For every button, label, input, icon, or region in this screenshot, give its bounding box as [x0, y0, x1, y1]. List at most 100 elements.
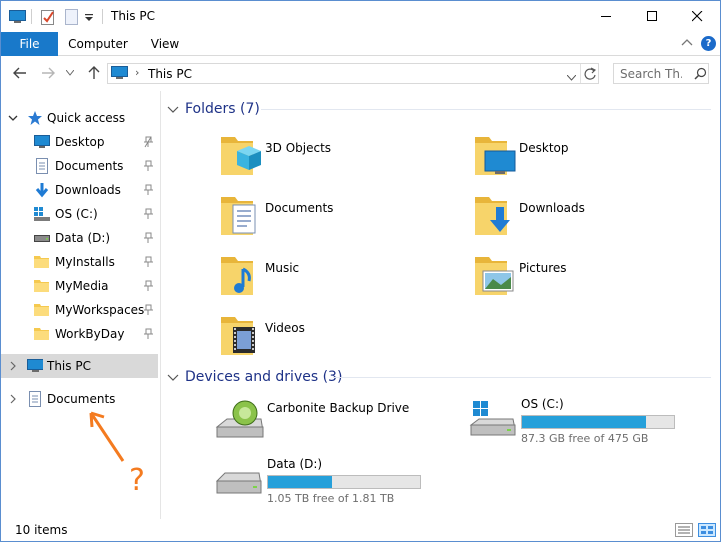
search-icon[interactable]	[694, 67, 707, 80]
nav-label: MyMedia	[55, 279, 109, 293]
search-box[interactable]: Search Th...	[613, 63, 709, 84]
maximize-icon	[646, 11, 657, 21]
folder-label: 3D Objects	[265, 141, 332, 155]
nav-item-workbyday[interactable]: WorkByDay	[1, 322, 158, 346]
folder-item[interactable]: Downloads	[473, 191, 713, 245]
folder-label: Pictures	[519, 261, 567, 275]
pin-icon[interactable]	[143, 256, 153, 268]
customize-qat-icon[interactable]	[85, 8, 97, 26]
chevron-down-icon	[167, 106, 179, 113]
nav-item-documents[interactable]: Documents	[1, 154, 158, 178]
title-divider	[102, 9, 103, 24]
nav-label: Documents	[55, 159, 124, 173]
folder-icon	[34, 278, 50, 294]
nav-item-desktop[interactable]: Desktop	[1, 130, 158, 154]
search-input[interactable]: Search Th...	[620, 67, 682, 81]
nav-item-downloads[interactable]: Downloads	[1, 178, 158, 202]
maximize-button[interactable]	[629, 1, 675, 32]
nav-label: This PC	[47, 359, 91, 373]
tab-file[interactable]: File	[1, 32, 58, 56]
close-button[interactable]	[674, 1, 720, 32]
folder-item[interactable]: Pictures	[473, 251, 713, 305]
pin-icon[interactable]	[143, 232, 153, 244]
drive-usage-bar	[267, 475, 421, 489]
nav-label: Downloads	[55, 183, 121, 197]
address-divider	[580, 64, 581, 83]
folder-item[interactable]: Desktop	[473, 131, 713, 185]
drive-free-space: 87.3 GB free of 475 GB	[521, 432, 649, 445]
address-dropdown-icon[interactable]	[566, 70, 577, 84]
documents-folder-icon	[219, 191, 263, 241]
drive-item-data-d[interactable]: Data (D:) 1.05 TB free of 1.81 TB	[215, 455, 475, 511]
recent-locations-button[interactable]	[64, 65, 76, 81]
nav-item-myworkspaces[interactable]: MyWorkspaces	[1, 298, 158, 322]
up-button[interactable]	[85, 65, 103, 81]
nav-item-os-c[interactable]: OS (C:)	[1, 202, 158, 226]
this-pc-icon[interactable]	[9, 8, 27, 26]
new-folder-icon[interactable]	[65, 8, 81, 26]
chevron-up-icon	[681, 39, 693, 46]
details-view-icon	[675, 523, 693, 537]
nav-item-data-d[interactable]: Data (D:)	[1, 226, 158, 250]
large-icons-view-icon	[698, 523, 716, 537]
refresh-icon[interactable]	[584, 67, 597, 83]
pictures-folder-icon	[473, 251, 517, 301]
pin-icon[interactable]	[143, 280, 153, 292]
windows-drive-icon	[34, 206, 50, 222]
minimize-button[interactable]	[583, 1, 629, 32]
address-bar[interactable]: › This PC	[107, 63, 599, 84]
pin-icon[interactable]	[143, 184, 153, 196]
group-header-drives[interactable]: Devices and drives (3)	[167, 366, 342, 388]
large-icons-view-button[interactable]	[698, 523, 716, 537]
desktop-folder-icon	[473, 131, 517, 181]
drive-usage-fill	[268, 476, 332, 488]
pin-icon[interactable]	[143, 136, 153, 148]
tab-view[interactable]: View	[143, 32, 187, 56]
documents-icon	[27, 391, 43, 407]
folder-item[interactable]: Videos	[219, 311, 459, 365]
pin-icon[interactable]	[143, 160, 153, 172]
videos-folder-icon	[219, 311, 263, 361]
details-view-button[interactable]	[675, 523, 693, 537]
tab-computer[interactable]: Computer	[63, 32, 133, 56]
breadcrumb-separator-icon[interactable]: ›	[135, 66, 139, 79]
chevron-right-icon[interactable]	[8, 393, 18, 405]
drive-label: Data (D:)	[267, 457, 323, 471]
drive-item-os-c[interactable]: OS (C:) 87.3 GB free of 475 GB	[469, 395, 720, 451]
folder-item[interactable]: 3D Objects	[219, 131, 459, 185]
properties-icon[interactable]	[41, 8, 59, 26]
nav-item-myinstalls[interactable]: MyInstalls	[1, 250, 158, 274]
pin-icon[interactable]	[143, 328, 153, 340]
folder-item[interactable]: Documents	[219, 191, 459, 245]
nav-label: OS (C:)	[55, 207, 98, 221]
nav-item-documents-library[interactable]: Documents	[1, 387, 158, 411]
navigation-pane: Quick access Desktop Documents Downloads	[1, 89, 161, 519]
nav-label: Desktop	[55, 135, 105, 149]
status-bar: 10 items	[1, 519, 720, 541]
back-button[interactable]	[11, 65, 29, 81]
nav-label: MyInstalls	[55, 255, 115, 269]
drive-icon	[215, 455, 265, 503]
forward-button[interactable]	[39, 65, 57, 81]
ribbon-tabs: File Computer View ?	[1, 32, 720, 56]
drive-label: OS (C:)	[521, 397, 564, 411]
drive-item-carbonite[interactable]: Carbonite Backup Drive	[215, 399, 475, 455]
pin-icon[interactable]	[143, 304, 153, 316]
group-header-folders[interactable]: Folders (7)	[167, 98, 260, 120]
expand-ribbon-button[interactable]	[680, 36, 694, 50]
help-button[interactable]: ?	[701, 36, 716, 51]
back-arrow-icon	[13, 67, 26, 79]
pin-icon[interactable]	[143, 208, 153, 220]
breadcrumb-this-pc[interactable]: This PC	[148, 67, 192, 81]
downloads-folder-icon	[473, 191, 517, 241]
group-divider	[261, 109, 711, 110]
qat-divider	[31, 9, 32, 24]
group-title: Folders (7)	[185, 101, 260, 117]
nav-item-mymedia[interactable]: MyMedia	[1, 274, 158, 298]
chevron-right-icon[interactable]	[8, 360, 18, 372]
chevron-down-icon	[66, 70, 74, 76]
nav-quick-access[interactable]: Quick access	[1, 106, 158, 130]
folder-item[interactable]: Music	[219, 251, 459, 305]
nav-item-this-pc[interactable]: This PC	[1, 354, 158, 378]
chevron-down-icon[interactable]	[8, 112, 18, 124]
